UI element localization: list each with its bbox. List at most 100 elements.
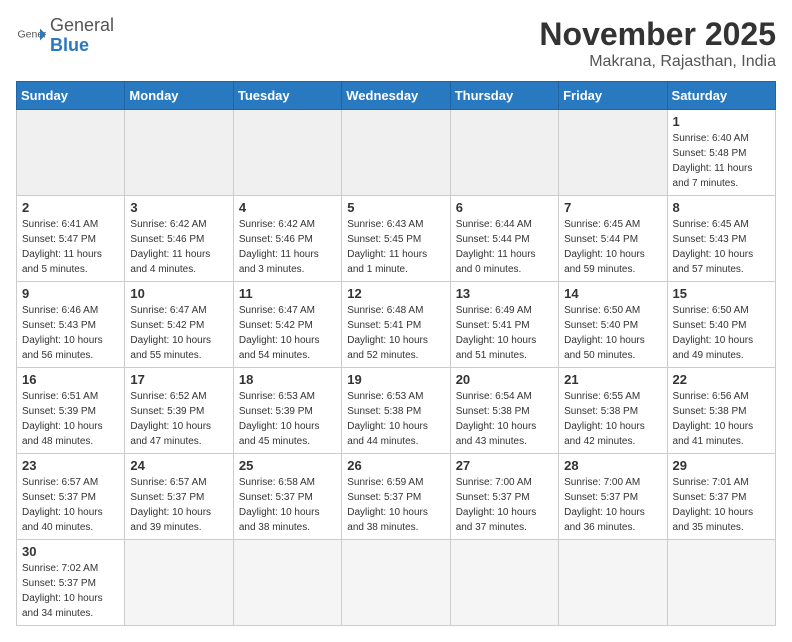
day-info: Sunrise: 6:54 AM Sunset: 5:38 PM Dayligh…	[456, 389, 553, 449]
calendar-cell: 18 Sunrise: 6:53 AM Sunset: 5:39 PM Dayli…	[233, 368, 341, 454]
day-info: Sunrise: 7:01 AM Sunset: 5:37 PM Dayligh…	[673, 475, 770, 535]
calendar-cell	[17, 110, 125, 196]
day-info: Sunrise: 7:00 AM Sunset: 5:37 PM Dayligh…	[456, 475, 553, 535]
calendar-cell: 13 Sunrise: 6:49 AM Sunset: 5:41 PM Dayli…	[450, 282, 558, 368]
calendar-cell	[450, 110, 558, 196]
day-info: Sunrise: 6:53 AM Sunset: 5:39 PM Dayligh…	[239, 389, 336, 449]
day-number: 8	[673, 200, 770, 215]
calendar-cell: 24 Sunrise: 6:57 AM Sunset: 5:37 PM Dayli…	[125, 454, 233, 540]
header: General General Blue November 2025 Makra…	[16, 16, 776, 71]
day-number: 16	[22, 372, 119, 387]
day-info: Sunrise: 6:52 AM Sunset: 5:39 PM Dayligh…	[130, 389, 227, 449]
calendar-cell: 29 Sunrise: 7:01 AM Sunset: 5:37 PM Dayli…	[667, 454, 775, 540]
calendar-cell: 23 Sunrise: 6:57 AM Sunset: 5:37 PM Dayli…	[17, 454, 125, 540]
calendar-cell: 19 Sunrise: 6:53 AM Sunset: 5:38 PM Dayli…	[342, 368, 450, 454]
calendar-cell: 22Sunrise: 6:56 AM Sunset: 5:38 PM Dayli…	[667, 368, 775, 454]
calendar-cell: 10 Sunrise: 6:47 AM Sunset: 5:42 PM Dayli…	[125, 282, 233, 368]
day-number: 10	[130, 286, 227, 301]
logo: General General Blue	[16, 16, 114, 56]
calendar-cell: 6 Sunrise: 6:44 AM Sunset: 5:44 PM Daylig…	[450, 196, 558, 282]
day-number: 15	[673, 286, 770, 301]
day-info: Sunrise: 6:45 AM Sunset: 5:44 PM Dayligh…	[564, 217, 661, 277]
calendar-cell: 28 Sunrise: 7:00 AM Sunset: 5:37 PM Dayli…	[559, 454, 667, 540]
logo-blue-text: Blue	[50, 36, 114, 56]
calendar-cell: 7Sunrise: 6:45 AM Sunset: 5:44 PM Daylig…	[559, 196, 667, 282]
day-info: Sunrise: 6:55 AM Sunset: 5:38 PM Dayligh…	[564, 389, 661, 449]
calendar-cell: 26 Sunrise: 6:59 AM Sunset: 5:37 PM Dayli…	[342, 454, 450, 540]
calendar-cell	[125, 110, 233, 196]
day-info: Sunrise: 7:02 AM Sunset: 5:37 PM Dayligh…	[22, 561, 119, 621]
calendar-cell: 8 Sunrise: 6:45 AM Sunset: 5:43 PM Daylig…	[667, 196, 775, 282]
day-number: 30	[22, 544, 119, 559]
calendar-cell: 16 Sunrise: 6:51 AM Sunset: 5:39 PM Dayli…	[17, 368, 125, 454]
calendar-cell: 17 Sunrise: 6:52 AM Sunset: 5:39 PM Dayli…	[125, 368, 233, 454]
day-number: 14	[564, 286, 661, 301]
day-info: Sunrise: 6:47 AM Sunset: 5:42 PM Dayligh…	[130, 303, 227, 363]
day-number: 19	[347, 372, 444, 387]
day-info: Sunrise: 6:59 AM Sunset: 5:37 PM Dayligh…	[347, 475, 444, 535]
title-area: November 2025 Makrana, Rajasthan, India	[539, 16, 776, 71]
day-number: 13	[456, 286, 553, 301]
day-info: Sunrise: 6:44 AM Sunset: 5:44 PM Dayligh…	[456, 217, 553, 277]
day-info: Sunrise: 6:57 AM Sunset: 5:37 PM Dayligh…	[130, 475, 227, 535]
day-header-wednesday: Wednesday	[342, 82, 450, 110]
day-number: 2	[22, 200, 119, 215]
day-number: 29	[673, 458, 770, 473]
day-number: 28	[564, 458, 661, 473]
calendar-cell	[233, 540, 341, 626]
day-info: Sunrise: 6:58 AM Sunset: 5:37 PM Dayligh…	[239, 475, 336, 535]
calendar-cell	[342, 540, 450, 626]
calendar-cell	[559, 110, 667, 196]
day-number: 17	[130, 372, 227, 387]
calendar-cell: 15 Sunrise: 6:50 AM Sunset: 5:40 PM Dayli…	[667, 282, 775, 368]
day-header-thursday: Thursday	[450, 82, 558, 110]
logo-general-text: General	[50, 16, 114, 36]
day-header-tuesday: Tuesday	[233, 82, 341, 110]
day-info: Sunrise: 6:49 AM Sunset: 5:41 PM Dayligh…	[456, 303, 553, 363]
calendar-cell: 3 Sunrise: 6:42 AM Sunset: 5:46 PM Daylig…	[125, 196, 233, 282]
day-number: 20	[456, 372, 553, 387]
day-info: Sunrise: 6:50 AM Sunset: 5:40 PM Dayligh…	[564, 303, 661, 363]
day-info: Sunrise: 6:48 AM Sunset: 5:41 PM Dayligh…	[347, 303, 444, 363]
day-number: 18	[239, 372, 336, 387]
day-info: Sunrise: 6:46 AM Sunset: 5:43 PM Dayligh…	[22, 303, 119, 363]
day-number: 4	[239, 200, 336, 215]
calendar-cell: 9Sunrise: 6:46 AM Sunset: 5:43 PM Daylig…	[17, 282, 125, 368]
day-number: 1	[673, 114, 770, 129]
day-number: 25	[239, 458, 336, 473]
calendar-cell: 20 Sunrise: 6:54 AM Sunset: 5:38 PM Dayli…	[450, 368, 558, 454]
day-header-monday: Monday	[125, 82, 233, 110]
day-info: Sunrise: 7:00 AM Sunset: 5:37 PM Dayligh…	[564, 475, 661, 535]
day-info: Sunrise: 6:57 AM Sunset: 5:37 PM Dayligh…	[22, 475, 119, 535]
calendar-cell	[450, 540, 558, 626]
calendar: SundayMondayTuesdayWednesdayThursdayFrid…	[16, 81, 776, 626]
location-title: Makrana, Rajasthan, India	[539, 53, 776, 71]
day-info: Sunrise: 6:40 AM Sunset: 5:48 PM Dayligh…	[673, 131, 770, 191]
calendar-cell: 14 Sunrise: 6:50 AM Sunset: 5:40 PM Dayli…	[559, 282, 667, 368]
day-number: 12	[347, 286, 444, 301]
day-number: 26	[347, 458, 444, 473]
day-info: Sunrise: 6:41 AM Sunset: 5:47 PM Dayligh…	[22, 217, 119, 277]
calendar-cell: 2 Sunrise: 6:41 AM Sunset: 5:47 PM Daylig…	[17, 196, 125, 282]
day-number: 23	[22, 458, 119, 473]
calendar-cell	[667, 540, 775, 626]
day-info: Sunrise: 6:42 AM Sunset: 5:46 PM Dayligh…	[130, 217, 227, 277]
day-info: Sunrise: 6:45 AM Sunset: 5:43 PM Dayligh…	[673, 217, 770, 277]
day-info: Sunrise: 6:50 AM Sunset: 5:40 PM Dayligh…	[673, 303, 770, 363]
day-number: 11	[239, 286, 336, 301]
month-title: November 2025	[539, 16, 776, 53]
day-header-friday: Friday	[559, 82, 667, 110]
calendar-cell	[559, 540, 667, 626]
day-info: Sunrise: 6:53 AM Sunset: 5:38 PM Dayligh…	[347, 389, 444, 449]
calendar-cell: 21 Sunrise: 6:55 AM Sunset: 5:38 PM Dayli…	[559, 368, 667, 454]
day-number: 3	[130, 200, 227, 215]
calendar-cell: 30 Sunrise: 7:02 AM Sunset: 5:37 PM Dayli…	[17, 540, 125, 626]
calendar-cell: 25 Sunrise: 6:58 AM Sunset: 5:37 PM Dayli…	[233, 454, 341, 540]
day-info: Sunrise: 6:51 AM Sunset: 5:39 PM Dayligh…	[22, 389, 119, 449]
day-number: 6	[456, 200, 553, 215]
day-number: 21	[564, 372, 661, 387]
day-info: Sunrise: 6:43 AM Sunset: 5:45 PM Dayligh…	[347, 217, 444, 277]
day-number: 27	[456, 458, 553, 473]
calendar-cell: 4Sunrise: 6:42 AM Sunset: 5:46 PM Daylig…	[233, 196, 341, 282]
day-number: 24	[130, 458, 227, 473]
